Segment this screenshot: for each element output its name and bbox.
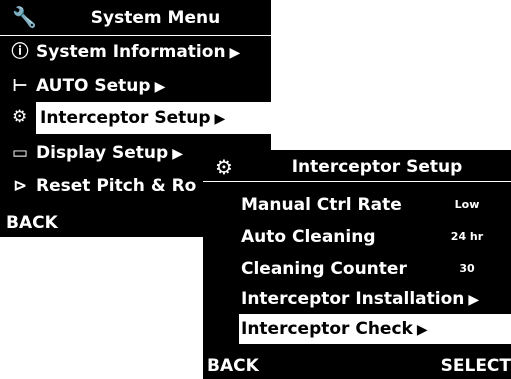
arrow-right-icon: ▶: [229, 45, 241, 61]
back-button[interactable]: BACK: [6, 213, 58, 233]
sub-item-auto-cleaning[interactable]: Auto Cleaning 24 hr: [203, 222, 511, 252]
sub-item-label: Interceptor Installation: [241, 289, 465, 309]
arrow-right-icon: ▶: [154, 79, 166, 95]
system-menu-title: System Menu: [90, 8, 221, 28]
interceptor-setup-title-bar: ⚙ Interceptor Setup: [203, 150, 511, 182]
sub-item-cleaning-counter[interactable]: Cleaning Counter 30: [203, 254, 511, 284]
arrow-right-icon: ▶: [468, 292, 480, 308]
wrench-icon: 🔧: [12, 5, 37, 29]
menu-item-label: Reset Pitch & Ro: [36, 176, 197, 196]
menu-item-system-information[interactable]: ⓘ System Information ▶: [0, 36, 271, 68]
cleaning-counter-value: 30: [459, 262, 475, 275]
sub-item-manual-ctrl-rate[interactable]: Manual Ctrl Rate Low: [203, 190, 511, 220]
sub-item-label: Auto Cleaning: [241, 227, 376, 247]
menu-item-label: Display Setup: [36, 143, 169, 163]
select-button[interactable]: SELECT: [441, 356, 511, 376]
interceptor-icon: ⚙: [215, 155, 233, 179]
sub-item-label: Interceptor Check: [241, 319, 413, 339]
interceptor-setup-title: Interceptor Setup: [291, 157, 463, 177]
menu-item-auto-setup[interactable]: ⊢ AUTO Setup ▶: [0, 70, 271, 102]
interceptor-setup-screen: ⚙ Interceptor Setup Manual Ctrl Rate Low…: [203, 150, 511, 379]
back-button[interactable]: BACK: [207, 356, 259, 376]
sub-item-label: Cleaning Counter: [241, 259, 407, 279]
menu-item-label: AUTO Setup: [36, 76, 151, 96]
manual-ctrl-rate-value[interactable]: Low: [437, 196, 497, 214]
sub-item-interceptor-check[interactable]: Interceptor Check ▶: [239, 314, 511, 344]
arrow-right-icon: ▶: [214, 111, 226, 127]
display-icon: ▭: [11, 143, 29, 163]
sub-item-label: Manual Ctrl Rate: [241, 195, 402, 215]
sub-item-interceptor-installation[interactable]: Interceptor Installation ▶: [203, 284, 511, 314]
system-menu-title-bar: 🔧 System Menu: [0, 0, 271, 36]
auto-cleaning-value[interactable]: 24 hr: [437, 228, 497, 246]
info-icon: ⓘ: [11, 42, 29, 62]
menu-item-interceptor-setup[interactable]: Interceptor Setup ▶: [36, 102, 271, 134]
reset-icon: ⊳: [12, 176, 28, 196]
arrow-right-icon: ▶: [172, 146, 183, 162]
auto-setup-icon: ⊢: [12, 76, 28, 96]
arrow-right-icon: ▶: [416, 322, 428, 338]
interceptor-icon: ⚙: [12, 107, 28, 127]
menu-item-label: System Information: [36, 42, 226, 62]
menu-item-label: Interceptor Setup: [40, 108, 211, 128]
